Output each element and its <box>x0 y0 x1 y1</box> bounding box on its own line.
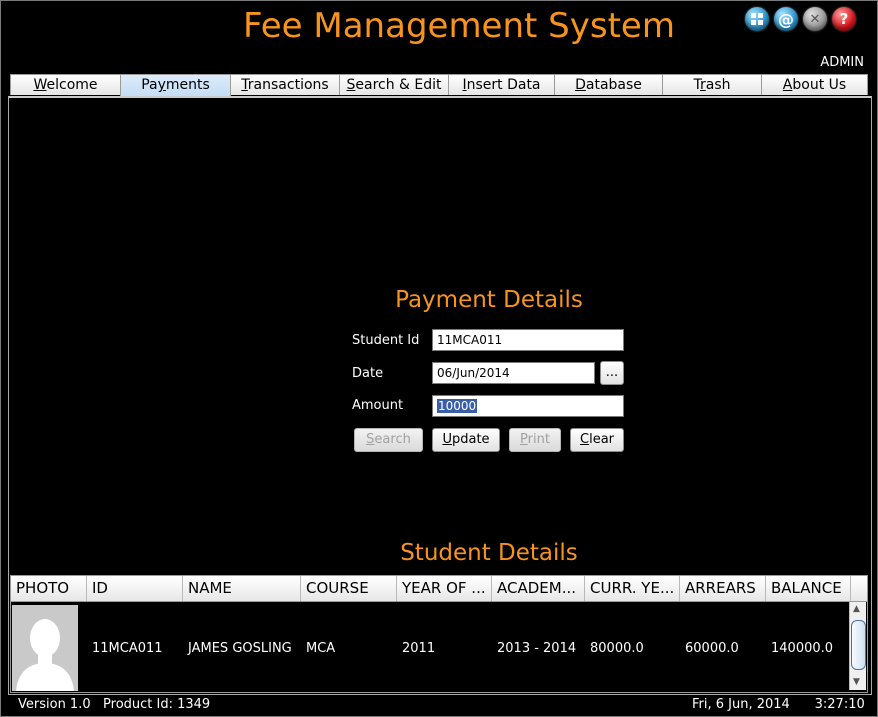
column-header-year-of-join[interactable]: YEAR OF ... <box>397 576 492 601</box>
print-button-label: rint <box>527 432 550 447</box>
student-photo-placeholder <box>12 605 78 691</box>
cell-id: 11MCA011 <box>92 641 163 656</box>
tab-transactions[interactable]: Transactions <box>230 74 340 95</box>
date-label: Date <box>352 366 384 381</box>
tab-insert-data-label-post: nsert Data <box>466 77 541 93</box>
tab-welcome-mnemonic: W <box>33 77 47 93</box>
column-header-name[interactable]: NAME <box>183 576 301 601</box>
tab-search-edit[interactable]: Search & Edit <box>339 74 449 95</box>
close-icon[interactable]: ✕ <box>803 7 827 31</box>
amount-input[interactable]: 10000 <box>432 395 624 417</box>
cell-name: JAMES GOSLING <box>188 641 292 656</box>
cell-balance: 140000.0 <box>771 641 834 656</box>
search-button-label: earch <box>374 432 411 447</box>
tab-database-label-post: atabase <box>585 77 642 93</box>
version-text: Version 1.0 <box>18 697 91 712</box>
amount-label: Amount <box>352 398 404 413</box>
status-date-text: Fri, 6 Jun, 2014 <box>692 697 790 712</box>
cell-academic-year: 2013 - 2014 <box>497 641 577 656</box>
tab-database[interactable]: Database <box>554 74 663 95</box>
status-bar: Version 1.0 Product Id: 1349 Fri, 6 Jun,… <box>0 696 878 716</box>
table-header: PHOTO ID NAME COURSE YEAR OF ... ACADEM.… <box>11 576 867 602</box>
cell-course: MCA <box>306 641 336 656</box>
tab-about-us-mnemonic: A <box>782 77 793 93</box>
column-header-curr-year-fee[interactable]: CURR. YE... <box>585 576 680 601</box>
search-button[interactable]: Search <box>354 428 423 452</box>
tab-database-mnemonic: D <box>575 77 586 93</box>
tab-about-us[interactable]: About Us <box>761 74 868 95</box>
student-details-table: PHOTO ID NAME COURSE YEAR OF ... ACADEM.… <box>10 575 868 693</box>
tab-welcome-label-post: elcome <box>46 77 98 93</box>
column-header-photo[interactable]: PHOTO <box>11 576 87 601</box>
help-icon[interactable]: ? <box>832 7 856 31</box>
table-row[interactable]: 11MCA011 JAMES GOSLING MCA 2011 2013 - 2… <box>11 602 849 692</box>
payment-details-title: Payment Details <box>395 287 583 313</box>
column-header-balance[interactable]: BALANCE <box>766 576 851 601</box>
tab-transactions-label-post: ransactions <box>247 77 329 93</box>
date-input[interactable]: 06/Jun/2014 <box>432 362 595 384</box>
column-header-academic-year[interactable]: ACADEM... <box>492 576 585 601</box>
cell-year-of-join: 2011 <box>402 641 436 656</box>
status-right-group: Fri, 6 Jun, 2014 3:27:10 <box>692 697 865 712</box>
update-button-mnemonic: U <box>442 432 452 447</box>
scroll-down-arrow-icon[interactable]: ▼ <box>853 677 860 687</box>
column-header-course[interactable]: COURSE <box>301 576 397 601</box>
person-silhouette-icon <box>12 605 78 691</box>
tab-payments[interactable]: Payments <box>120 74 231 97</box>
cell-curr-year-fee: 80000.0 <box>590 641 644 656</box>
status-left-group: Version 1.0 Product Id: 1349 <box>18 697 210 712</box>
dashboard-grid-icon[interactable] <box>745 7 769 31</box>
print-button-mnemonic: P <box>520 432 528 447</box>
tab-payments-mnemonic: y <box>157 77 166 93</box>
date-picker-button[interactable]: ... <box>600 361 624 385</box>
amount-selected-text: 10000 <box>437 399 478 413</box>
student-details-title: Student Details <box>400 540 578 566</box>
tab-search-edit-label-post: earch & Edit <box>355 77 442 93</box>
clear-button-mnemonic: C <box>580 432 590 447</box>
product-id-text: Product Id: 1349 <box>103 697 211 712</box>
update-button[interactable]: Update <box>432 428 500 452</box>
top-icon-group: @ ✕ ? <box>745 7 856 31</box>
tab-trash[interactable]: Trash <box>662 74 762 95</box>
tab-welcome[interactable]: Welcome <box>10 74 121 95</box>
print-button[interactable]: Print <box>509 428 561 452</box>
student-id-label: Student Id <box>352 333 420 348</box>
table-vertical-scrollbar[interactable]: ▲ ▼ <box>849 602 866 690</box>
student-id-input[interactable]: 11MCA011 <box>432 329 624 351</box>
update-button-label: pdate <box>451 432 490 447</box>
scrollbar-thumb[interactable] <box>851 620 866 670</box>
column-header-arrears[interactable]: ARREARS <box>680 576 766 601</box>
tab-trash-label-post: ash <box>705 77 731 93</box>
scroll-up-arrow-icon[interactable]: ▲ <box>853 604 860 614</box>
clear-button[interactable]: Clear <box>570 428 624 452</box>
column-header-id[interactable]: ID <box>87 576 183 601</box>
tab-about-us-label-post: bout Us <box>792 77 847 93</box>
email-at-icon[interactable]: @ <box>774 7 798 31</box>
clear-button-label: lear <box>589 432 614 447</box>
tab-insert-data[interactable]: Insert Data <box>448 74 555 95</box>
tab-payments-label-pre: Pa <box>141 77 158 93</box>
current-user-label: ADMIN <box>820 55 864 70</box>
tab-payments-label-post: ments <box>165 77 210 93</box>
status-time-text: 3:27:10 <box>814 697 865 712</box>
cell-arrears: 60000.0 <box>685 641 739 656</box>
